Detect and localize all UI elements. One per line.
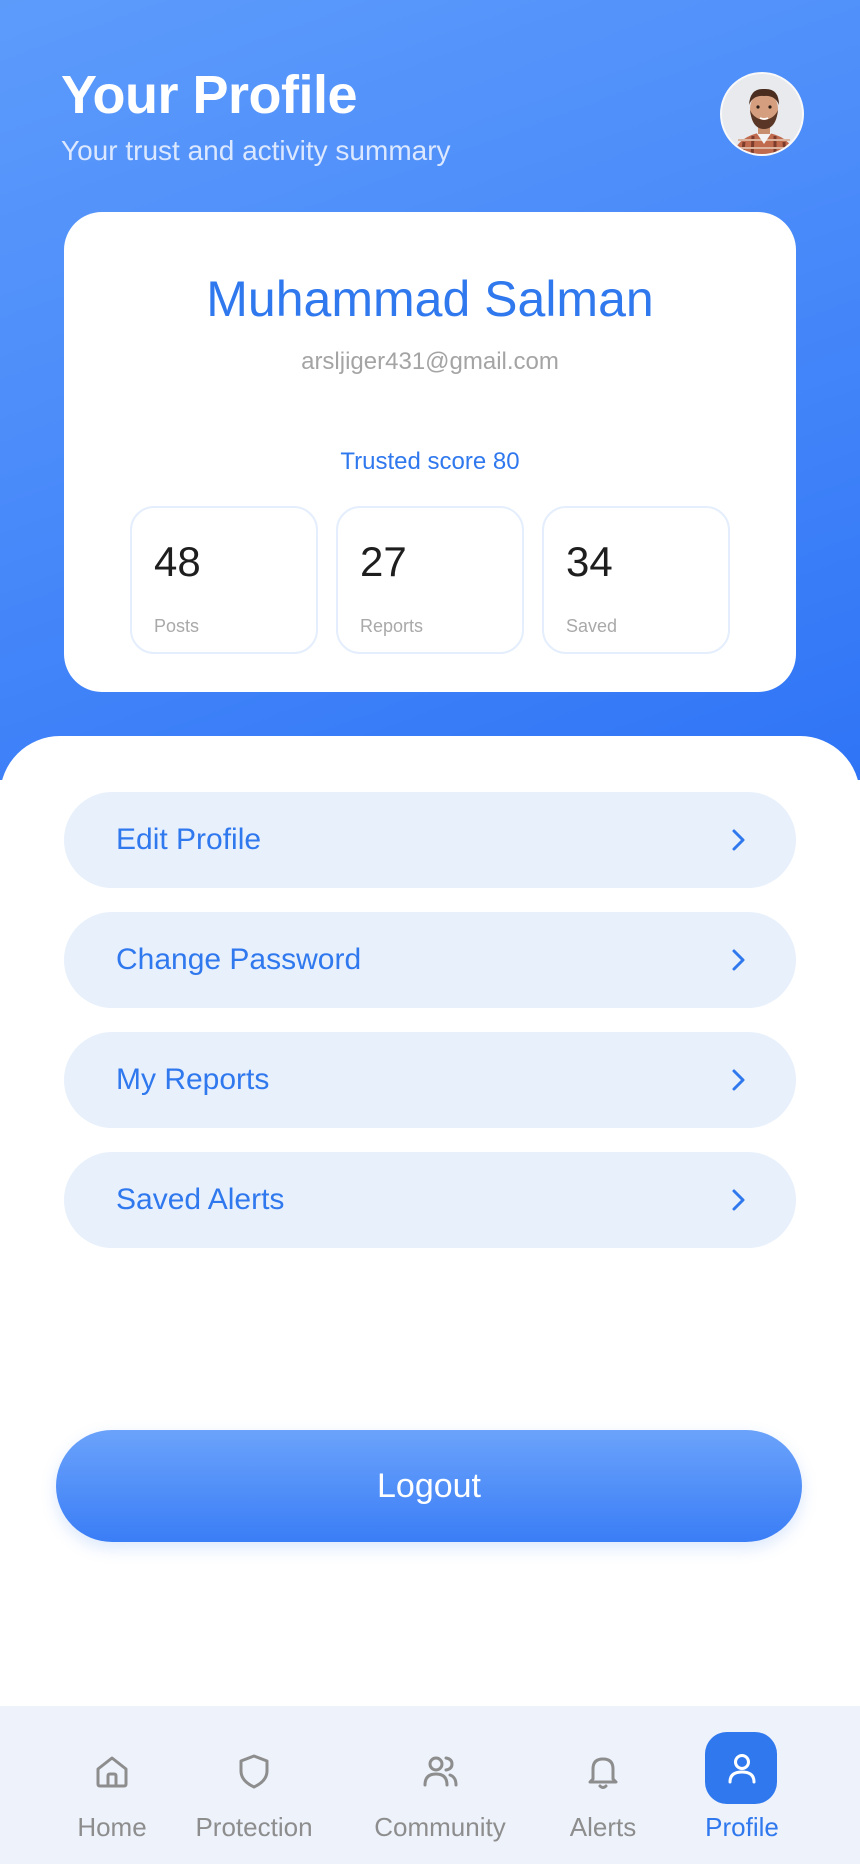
menu-item-label: Saved Alerts	[116, 1183, 285, 1216]
stat-label: Saved	[566, 616, 618, 636]
page-subtitle: Your trust and activity summary	[61, 135, 451, 166]
nav-label: Alerts	[569, 1812, 637, 1842]
settings-sheet	[0, 736, 860, 1864]
nav-item-home[interactable]: Home	[62, 1706, 162, 1864]
stat-value: 34	[566, 538, 613, 585]
stat-value: 27	[360, 538, 407, 585]
user-icon	[728, 1754, 756, 1784]
nav-item-alerts[interactable]: Alerts	[562, 1706, 644, 1864]
stat-label: Reports	[360, 616, 424, 636]
change-password-button[interactable]: Change Password	[64, 912, 796, 1008]
stat-value: 48	[154, 538, 201, 585]
chevron-right-icon	[732, 1069, 745, 1091]
saved-alerts-button[interactable]: Saved Alerts	[64, 1152, 796, 1248]
stat-posts[interactable]: 48 Posts	[130, 506, 318, 654]
avatar-portrait-image	[722, 74, 802, 154]
trust-score: Trusted score 80	[340, 448, 520, 475]
menu-item-label: Edit Profile	[116, 823, 262, 856]
avatar[interactable]	[720, 72, 804, 156]
my-reports-button[interactable]: My Reports	[64, 1032, 796, 1128]
nav-item-protection[interactable]: Protection	[192, 1706, 316, 1864]
nav-label: Community	[374, 1812, 506, 1842]
page-title: Your Profile	[61, 65, 358, 125]
user-email: arsljiger431@gmail.com	[301, 348, 559, 375]
nav-label: Home	[77, 1812, 147, 1842]
nav-item-community[interactable]: Community	[370, 1706, 510, 1864]
edit-profile-button[interactable]: Edit Profile	[64, 792, 796, 888]
chevron-right-icon	[732, 949, 745, 971]
logout-button[interactable]: Logout	[56, 1430, 802, 1542]
bottom-navigation: Home Protection Community Alerts Profile	[0, 1706, 860, 1864]
menu-item-label: My Reports	[116, 1063, 270, 1096]
shield-icon	[239, 1754, 269, 1789]
user-name: Muhammad Salman	[206, 271, 654, 327]
stat-reports[interactable]: 27 Reports	[336, 506, 524, 654]
stat-label: Posts	[154, 616, 200, 636]
nav-item-profile[interactable]: Profile	[694, 1706, 790, 1864]
chevron-right-icon	[732, 1189, 745, 1211]
bell-icon	[588, 1757, 618, 1789]
logout-label: Logout	[377, 1467, 481, 1505]
nav-label: Profile	[705, 1812, 779, 1842]
chevron-right-icon	[732, 829, 745, 851]
menu-item-label: Change Password	[116, 943, 362, 976]
users-icon	[423, 1756, 458, 1787]
nav-label: Protection	[195, 1812, 313, 1842]
stat-saved[interactable]: 34 Saved	[542, 506, 730, 654]
profile-card: Muhammad Salman arsljiger431@gmail.com T…	[64, 212, 796, 692]
home-icon	[96, 1756, 128, 1788]
